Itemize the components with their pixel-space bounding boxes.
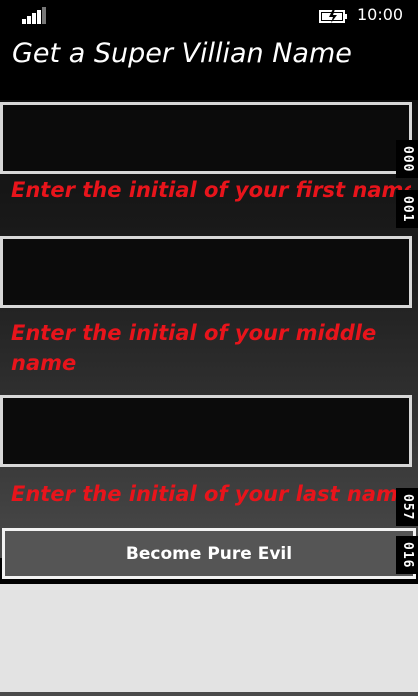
- status-time: 10:00: [357, 5, 404, 24]
- page-title: Get a Super Villian Name: [12, 38, 352, 69]
- frame-counter-bottom-a: 057: [396, 488, 418, 526]
- signal-strength-icon: [22, 6, 48, 24]
- battery-charging-icon: [319, 8, 351, 24]
- first-initial-input[interactable]: [0, 102, 412, 174]
- become-pure-evil-button[interactable]: Become Pure Evil: [2, 528, 416, 579]
- bottom-divider: [0, 692, 418, 696]
- middle-initial-prompt: Enter the initial of your middle name: [11, 321, 377, 375]
- empty-bottom-area: [0, 584, 418, 692]
- last-initial-input[interactable]: [0, 395, 412, 467]
- frame-counter-top-b: 001: [396, 190, 418, 228]
- frame-counter-top-a: 000: [396, 140, 418, 178]
- last-initial-prompt: Enter the initial of your last name: [11, 482, 411, 506]
- app-screen: 10:00 Get a Super Villian Name Enter the…: [0, 0, 418, 696]
- middle-initial-input[interactable]: [0, 236, 412, 308]
- status-bar: 10:00: [0, 0, 418, 32]
- first-initial-prompt: Enter the initial of your first name: [11, 178, 411, 202]
- frame-counter-bottom-b: 016: [396, 536, 418, 574]
